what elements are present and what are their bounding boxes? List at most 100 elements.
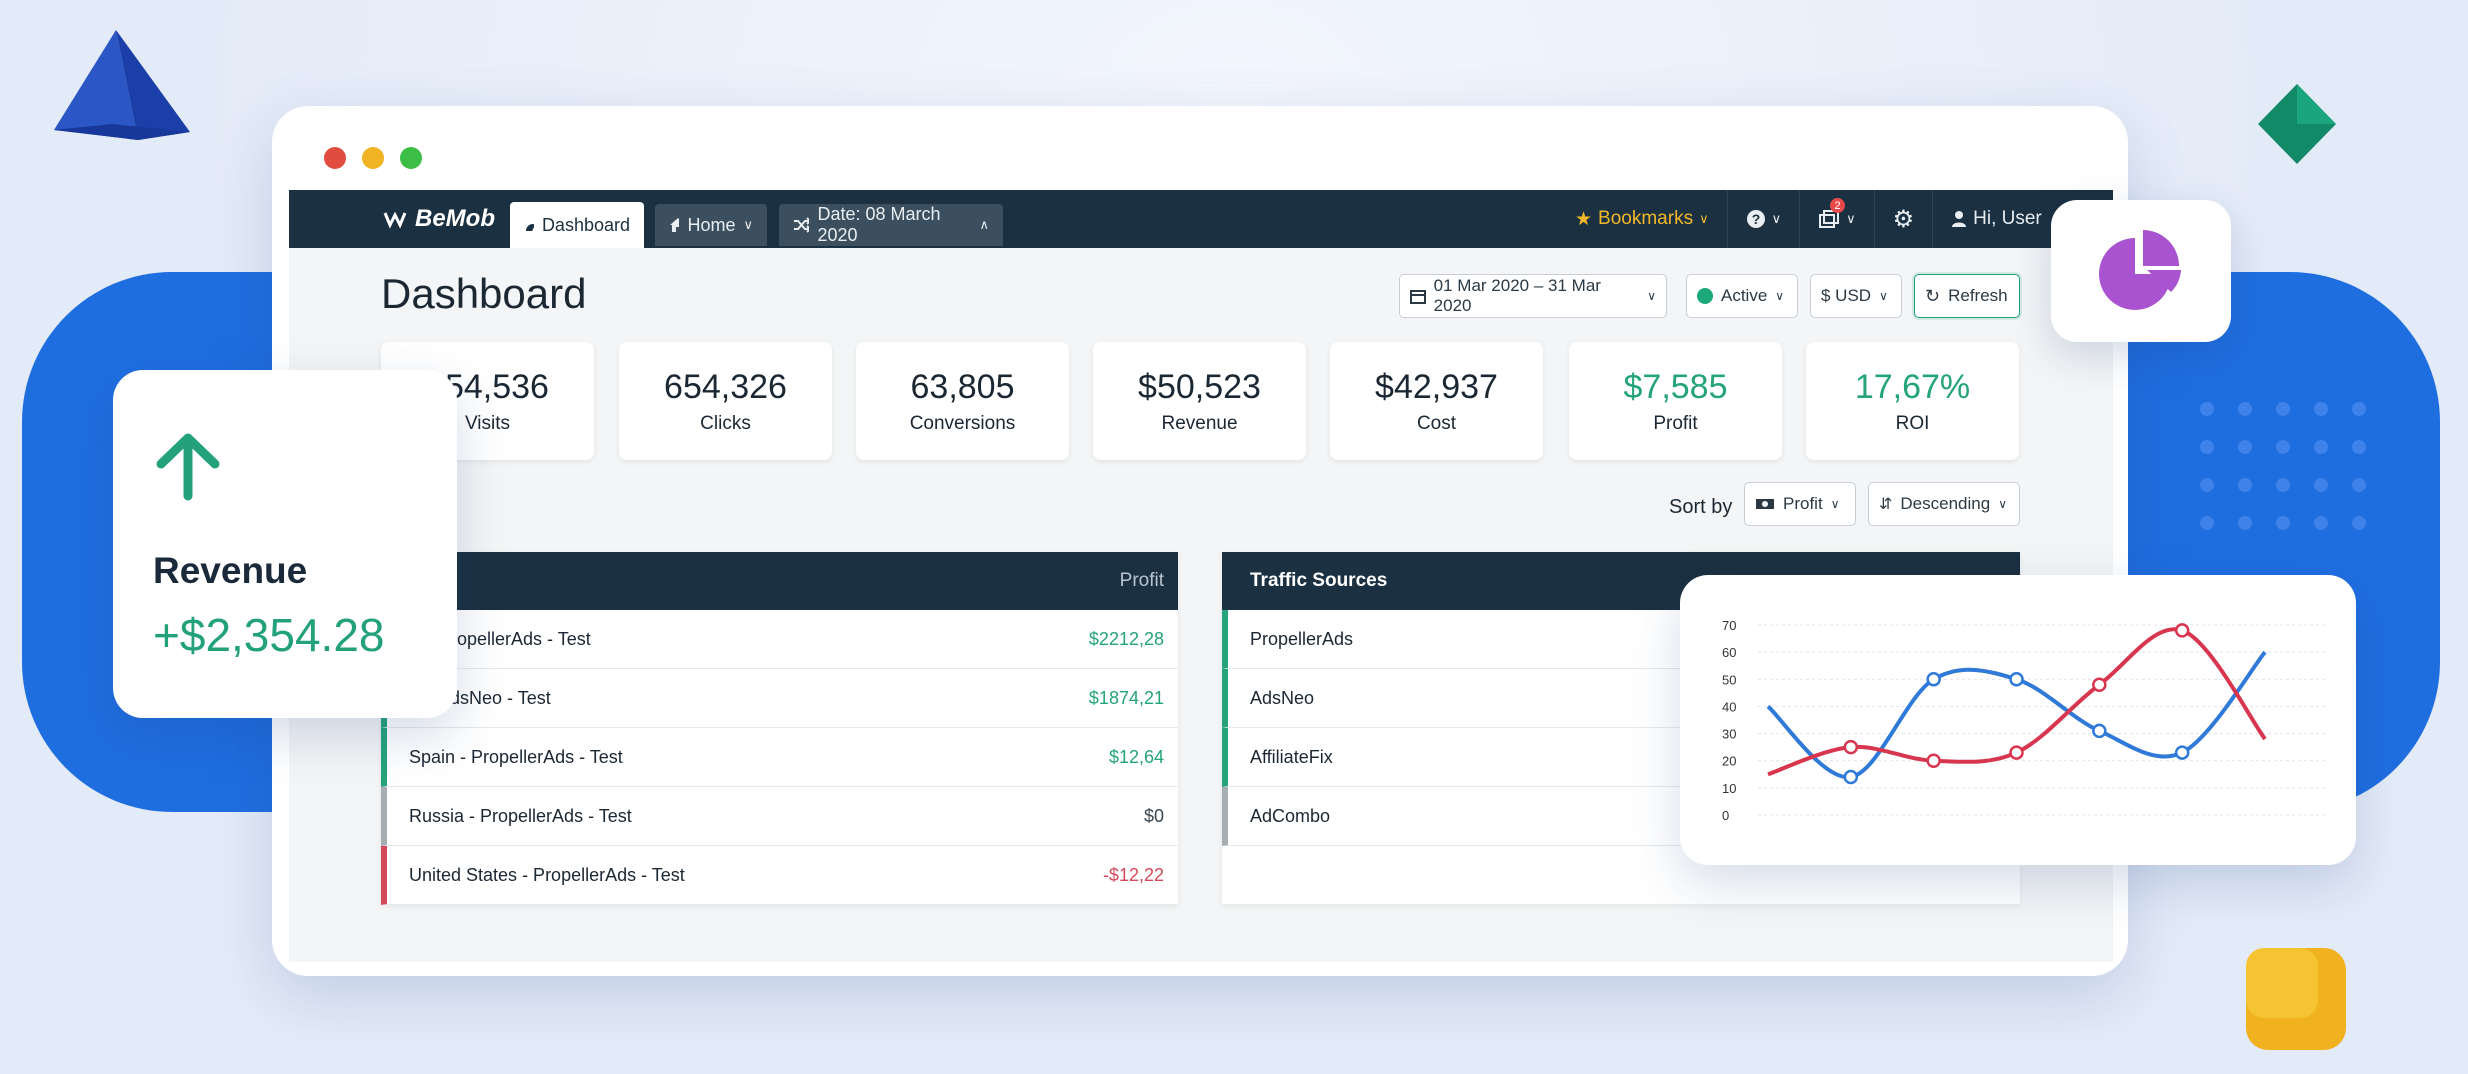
decorative-dot [2352,402,2366,416]
gear-icon: ⚙ [1892,205,1915,233]
campaign-row[interactable]: Spain - PropellerAds - Test $12,64 [381,728,1178,787]
traffic-source-name: PropellerAds [1250,628,1354,649]
window-close-button[interactable] [324,147,346,169]
window-maximize-button[interactable] [400,147,422,169]
pie-chart-overlay-card [2051,200,2231,342]
y-tick-label: 0 [1722,808,1729,823]
chevron-down-icon: ∨ [1775,289,1785,303]
pyramid-decoration [54,30,190,140]
y-tick-label: 70 [1722,618,1736,633]
profit-column-header[interactable]: Profit [1120,570,1164,592]
campaign-name: Spain - PropellerAds - Test [409,746,623,767]
campaign-row[interactable]: Russia - PropellerAds - Test $0 [381,787,1178,846]
decorative-dot [2200,516,2214,530]
decorative-dot [2352,440,2366,454]
settings-button[interactable]: ⚙ [1873,190,1933,248]
campaign-row[interactable]: United States - PropellerAds - Test -$12,… [381,846,1178,905]
decorative-dot [2314,440,2328,454]
traffic-source-name: AdsNeo [1250,687,1315,708]
chevron-down-icon: ∨ [1879,289,1888,303]
campaign-row[interactable]: al - PropellerAds - Test $2212,28 [381,610,1178,669]
arrow-up-icon [156,433,220,501]
bemob-logo[interactable]: BeMob [383,202,495,236]
sort-by-label: Sort by [1669,496,1733,518]
stat-label: ROI [1895,413,1930,434]
user-menu[interactable]: Hi, User [1932,190,2060,248]
blue-series-point [1926,672,1941,687]
date-range-picker[interactable]: 01 Mar 2020 – 31 Mar 2020 ∨ [1399,274,1667,318]
decorative-dot [2276,478,2290,492]
status-filter[interactable]: Active ∨ [1686,274,1798,318]
date-range-value: 01 Mar 2020 – 31 Mar 2020 [1433,276,1601,315]
chevron-down-icon: ∨ [1830,497,1840,511]
y-tick-label: 60 [1722,645,1736,660]
y-tick-label: 10 [1722,781,1736,796]
stat-card-clicks: 654,326 Clicks [619,342,832,460]
top-navbar: BeMob Dashboard Home ∨ Date: 08 March 20… [289,190,2113,248]
decorative-dot [2314,478,2328,492]
campaign-profit: $1874,21 [1088,687,1164,708]
currency-selector[interactable]: $ USD ∨ [1810,274,1902,318]
stat-label: Revenue [1161,413,1238,434]
chevron-up-icon: ∧ [979,217,989,232]
campaign-profit: -$12,22 [1102,864,1164,885]
red-series-point [1843,739,1859,755]
tab-home[interactable]: Home ∨ [655,204,767,246]
shuffle-icon [794,217,810,233]
blue-series-point [1843,769,1859,785]
decorative-dot [2314,516,2328,530]
sort-order-value: Descending [1900,494,1991,513]
decorative-dot [2200,402,2214,416]
tab-home-label: Home [687,214,736,235]
stat-value: $50,523 [1138,368,1261,406]
sort-field-selector[interactable]: Profit ∨ [1744,482,1856,526]
bookmarks-label: Bookmarks [1598,208,1694,229]
decorative-dot [2276,516,2290,530]
revenue-overlay-card: Revenue +$2,354.28 [113,370,457,718]
tab-dashboard[interactable]: Dashboard [510,202,644,248]
svg-text:?: ? [1751,211,1760,227]
gem-decoration [2258,84,2336,164]
bemob-logo-icon [383,211,407,229]
refresh-button[interactable]: ↻ Refresh [1914,274,2020,318]
tab-date[interactable]: Date: 08 March 2020 ∧ [779,204,1003,246]
sort-order-selector[interactable]: ⇵ Descending ∨ [1868,482,2020,526]
navbar-right: ★ Bookmarks ∨ ? ∨ 2 ∨ ⚙ Hi, User [1557,190,2060,248]
traffic-source-name: AdCombo [1250,805,1331,826]
campaigns-table: igns Profit al - PropellerAds - Test$221… [381,552,1178,905]
dot-grid-decoration [2200,402,2400,532]
user-icon [1952,211,1967,227]
campaign-profit: $0 [1143,805,1164,826]
notification-badge: 2 [1830,198,1846,213]
sort-descending-icon: ⇵ [1879,496,1893,513]
stat-card-revenue: $50,523 Revenue [1093,342,1306,460]
decorative-dot [2238,402,2252,416]
chevron-down-icon: ∨ [1846,211,1856,226]
user-greeting: Hi, User [1973,208,2042,229]
y-tick-label: 40 [1722,699,1736,714]
decorative-dot [2314,402,2328,416]
bookmarks-menu[interactable]: ★ Bookmarks ∨ [1557,190,1727,248]
campaign-name: Russia - PropellerAds - Test [409,805,632,826]
chevron-down-icon: ∨ [1998,497,2007,511]
line-chart: 0 10 20 30 40 50 60 70 [1722,618,2325,823]
stat-value: $7,585 [1623,368,1728,406]
logo-text: BeMob [415,205,495,232]
chevron-down-icon: ∨ [743,217,753,232]
notifications-menu[interactable]: 2 ∨ [1799,190,1874,248]
window-minimize-button[interactable] [362,147,384,169]
blue-series-point [2009,672,2024,687]
help-icon: ? [1746,210,1765,228]
red-series-point [2174,623,2190,638]
active-status-dot [1697,288,1713,304]
status-value: Active [1721,286,1768,305]
campaign-name: United States - PropellerAds - Test [409,864,685,885]
stat-card-roi: 17,67% ROI [1806,342,2019,460]
chevron-down-icon: ∨ [1647,289,1656,303]
campaign-profit: $12,64 [1108,746,1164,767]
stat-value: 17,67% [1854,368,1971,406]
currency-value: $ USD [1821,286,1872,305]
campaign-row[interactable]: el - AdsNeo - Test $1874,21 [381,669,1178,728]
decorative-dot [2352,516,2366,530]
help-menu[interactable]: ? ∨ [1726,190,1800,248]
